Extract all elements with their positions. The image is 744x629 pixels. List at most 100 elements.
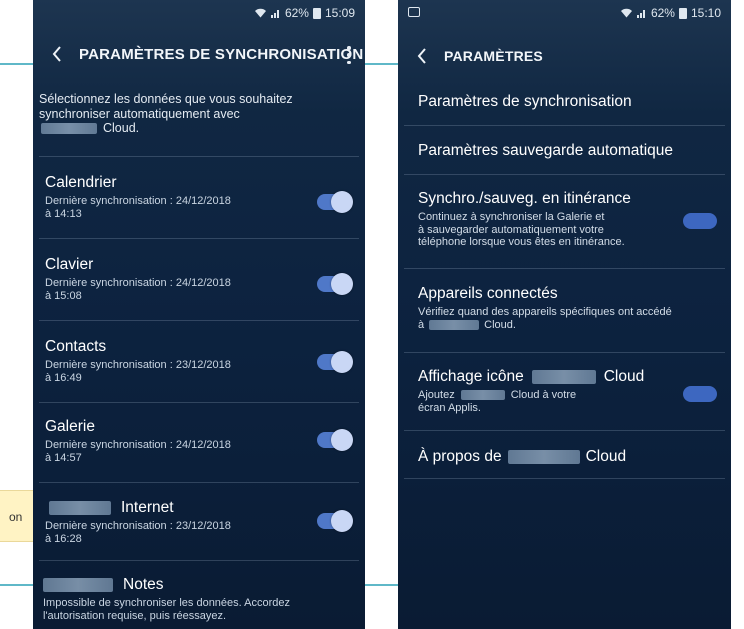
divider: [404, 174, 725, 175]
settings-item-connected-devices[interactable]: Appareils connectés Vérifiez quand des a…: [418, 285, 719, 331]
sync-settings-screen: 62% 15:09 PARAMÈTRES DE SYNCHRONISATION …: [33, 0, 365, 629]
internet-toggle[interactable]: [317, 510, 353, 532]
last-sync-time: à 14:57: [45, 452, 82, 464]
show-icon-toggle[interactable]: [683, 386, 717, 402]
sync-item-internet[interactable]: Internet Dernière synchronisation : 23/1…: [45, 499, 355, 546]
item-subtitle: Dernière synchronisation : 24/12/2018 à …: [45, 195, 295, 221]
sync-item-contacts[interactable]: Contacts Dernière synchronisation : 23/1…: [45, 338, 355, 385]
divider: [39, 402, 359, 403]
more-options-icon[interactable]: [343, 44, 355, 66]
item-error: Impossible de synchroniser les données. …: [43, 597, 353, 623]
item-title: Paramètres sauvegarde automatique: [418, 142, 674, 159]
divider: [39, 320, 359, 321]
settings-item-about[interactable]: À propos de Cloud: [418, 448, 719, 466]
gallery-toggle[interactable]: [317, 429, 353, 451]
app-bar: PARAMÈTRES DE SYNCHRONISATION: [33, 32, 365, 76]
settings-item-roaming[interactable]: Synchro./sauveg. en itinérance Continuez…: [418, 190, 719, 249]
signal-icon: [270, 10, 279, 18]
battery-percent: 62%: [650, 6, 675, 20]
redacted-brand: [429, 319, 480, 330]
item-title-suffix: Cloud: [603, 368, 645, 385]
intro-line-3: Cloud.: [103, 121, 140, 135]
item-title-prefix: À propos de: [418, 448, 502, 465]
signal-icon: [636, 10, 645, 18]
item-title: Synchro./sauveg. en itinérance: [418, 190, 631, 207]
item-subtitle: Dernière synchronisation : 23/12/2018 à …: [45, 520, 295, 546]
item-subtitle: Dernière synchronisation : 23/12/2018 à …: [45, 359, 295, 385]
item-subtitle-line-2: écran Applis.: [418, 401, 481, 414]
clock: 15:09: [324, 6, 355, 20]
redacted-brand: [41, 122, 97, 134]
back-arrow-icon[interactable]: [39, 32, 75, 76]
divider: [404, 352, 725, 353]
page-title: PARAMÈTRES: [444, 48, 543, 64]
divider: [39, 238, 359, 239]
divider: [404, 430, 725, 431]
item-title: Clavier: [45, 256, 94, 273]
battery-icon: [678, 7, 687, 19]
annotation-note: on: [0, 490, 36, 542]
settings-item-show-icon[interactable]: Affichage icône Cloud Ajoutez Cloud à vo…: [418, 368, 719, 414]
sync-error-line-2: l'autorisation requise, puis réessayez.: [43, 610, 227, 622]
item-title: Notes: [43, 576, 355, 594]
item-subtitle: Continuez à synchroniser la Galerie et à…: [418, 211, 668, 249]
redacted-brand: [531, 370, 596, 384]
redacted-brand: [507, 450, 580, 464]
wifi-icon: [620, 8, 632, 18]
item-subtitle-prefix: Ajoutez: [418, 389, 455, 401]
status-bar: 62% 15:10: [398, 0, 731, 26]
clock: 15:10: [690, 6, 721, 20]
annotation-note-text: on: [9, 510, 23, 524]
image-notification-icon: [408, 7, 420, 17]
settings-item-sync[interactable]: Paramètres de synchronisation: [418, 93, 719, 111]
redacted-brand: [43, 578, 113, 592]
last-sync-label: Dernière synchronisation : 23/12/2018: [45, 359, 231, 371]
item-title-text: Notes: [123, 576, 164, 593]
settings-screen: 62% 15:10 PARAMÈTRES Paramètres de synch…: [398, 0, 731, 629]
item-title-prefix: Affichage icône: [418, 368, 524, 385]
sync-item-notes[interactable]: Notes Impossible de synchroniser les don…: [43, 576, 355, 623]
sync-item-calendar[interactable]: Calendrier Dernière synchronisation : 24…: [45, 174, 355, 221]
sync-item-gallery[interactable]: Galerie Dernière synchronisation : 24/12…: [45, 418, 355, 465]
contacts-toggle[interactable]: [317, 351, 353, 373]
item-subtitle-line-1: Continuez à synchroniser la Galerie et: [418, 211, 605, 223]
item-subtitle: Dernière synchronisation : 24/12/2018 à …: [45, 277, 295, 303]
keyboard-toggle[interactable]: [317, 273, 353, 295]
item-title-text: Internet: [121, 499, 174, 516]
divider: [404, 125, 725, 126]
last-sync-label: Dernière synchronisation : 23/12/2018: [45, 520, 231, 532]
roaming-toggle[interactable]: [683, 213, 717, 229]
item-subtitle-line-2: à sauvegarder automatiquement votre: [418, 223, 604, 236]
back-arrow-icon[interactable]: [404, 34, 440, 78]
item-title: Contacts: [45, 338, 107, 355]
app-bar: PARAMÈTRES: [398, 34, 731, 78]
item-title: Calendrier: [45, 174, 117, 191]
divider: [404, 268, 725, 269]
item-title: Paramètres de synchronisation: [418, 93, 632, 110]
item-subtitle-line-3: téléphone lorsque vous êtes en itinéranc…: [418, 236, 625, 248]
battery-icon: [312, 7, 321, 19]
calendar-toggle[interactable]: [317, 191, 353, 213]
battery-percent: 62%: [284, 6, 309, 20]
item-subtitle: Vérifiez quand des appareils spécifiques…: [418, 306, 718, 331]
last-sync-label: Dernière synchronisation : 24/12/2018: [45, 277, 231, 289]
redacted-brand: [49, 501, 111, 515]
wifi-icon: [254, 8, 266, 18]
status-bar: 62% 15:09: [33, 0, 365, 26]
sync-item-keyboard[interactable]: Clavier Dernière synchronisation : 24/12…: [45, 256, 355, 303]
intro-line-1: Sélectionnez les données que vous souhai…: [39, 92, 293, 106]
settings-item-auto-backup[interactable]: Paramètres sauvegarde automatique: [418, 142, 719, 160]
redacted-brand: [460, 390, 505, 401]
divider: [39, 156, 359, 157]
item-subtitle-line-1: Vérifiez quand des appareils spécifiques…: [418, 306, 672, 318]
item-subtitle-suffix: Cloud à votre: [510, 389, 577, 401]
divider: [404, 478, 725, 479]
guide-line-top-middle: [365, 63, 398, 65]
intro-line-2: synchroniser automatiquement avec: [39, 106, 240, 121]
guide-line-bottom-middle: [365, 584, 398, 586]
last-sync-label: Dernière synchronisation : 24/12/2018: [45, 195, 231, 207]
last-sync-time: à 16:28: [45, 533, 82, 545]
item-title: Appareils connectés: [418, 285, 558, 302]
last-sync-label: Dernière synchronisation : 24/12/2018: [45, 439, 231, 451]
last-sync-time: à 16:49: [45, 372, 82, 384]
